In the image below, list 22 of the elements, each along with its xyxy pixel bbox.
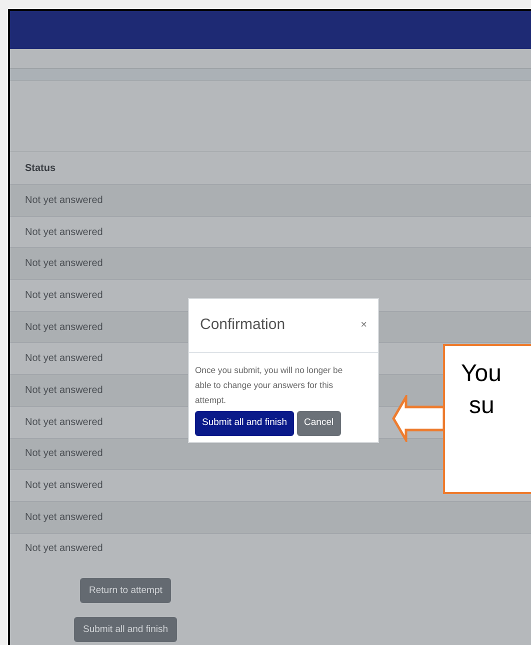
callout-text: You	[461, 359, 502, 389]
table-cell-text: Not yet answered	[25, 288, 103, 303]
table-cell-text: Not yet answered	[25, 320, 103, 335]
return-button[interactable]: Return to attempt	[80, 578, 172, 604]
table-cell-text: Not yet answered	[25, 384, 103, 398]
column-header: Status	[24, 162, 57, 176]
table-cell-text: Not yet answered	[25, 257, 103, 272]
cancel-button[interactable]: Cancel	[297, 411, 341, 436]
table-cell-text: Not yet answered	[25, 447, 103, 462]
table-cell-text: Not yet answered	[25, 479, 103, 494]
submit-button[interactable]: Submit all and finish	[74, 617, 178, 642]
table-cell-text: Not yet answered	[25, 510, 103, 525]
dialog-title: Confirmation	[200, 315, 286, 336]
submit-button[interactable]: Submit all and finish	[195, 411, 294, 436]
table-cell-text: Not yet answered	[25, 194, 103, 208]
callout-text: su	[468, 391, 494, 421]
table-cell-text: Not yet answered	[25, 542, 103, 556]
close-button[interactable]: ×	[360, 317, 367, 334]
table-cell-text: Not yet answered	[25, 416, 103, 430]
table-cell-text: Not yet answered	[25, 352, 103, 366]
table-cell-text: Not yet answered	[25, 226, 103, 240]
dialog-message: Once you submit, you will no longer be able to change your answers for this attempt.	[195, 364, 344, 407]
